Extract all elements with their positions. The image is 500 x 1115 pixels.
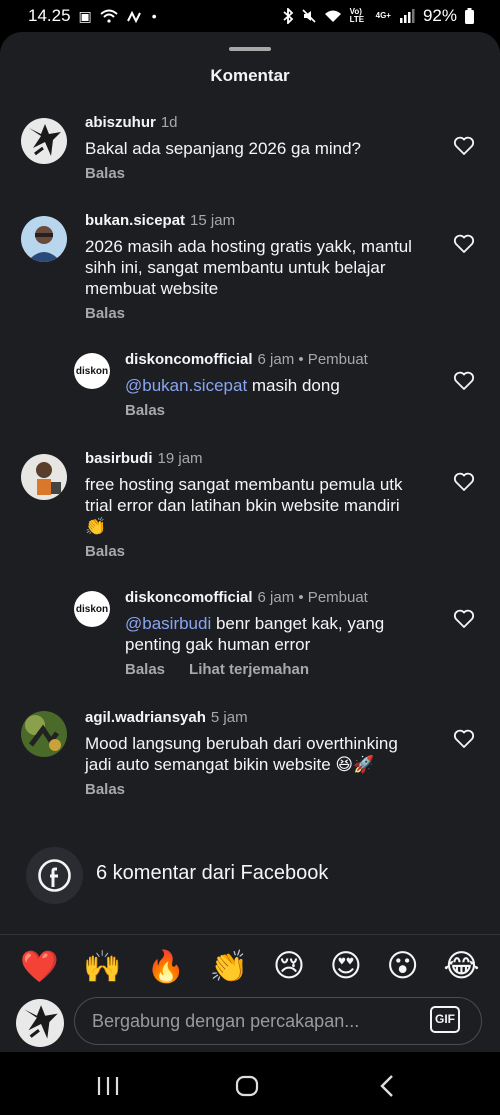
- home-icon[interactable]: [233, 1072, 261, 1100]
- heart-icon[interactable]: [452, 134, 476, 158]
- reply-button[interactable]: Balas: [85, 781, 125, 798]
- comment-time: 15 jam: [190, 212, 236, 229]
- my-avatar: [16, 999, 64, 1047]
- battery-icon: [465, 8, 474, 24]
- facebook-comments-label: 6 komentar dari Facebook: [96, 862, 329, 884]
- avatar[interactable]: [21, 216, 67, 262]
- comment-composer: Bergabung dengan percakapan... GIF: [0, 994, 500, 1052]
- comment-time: 6 jam: [257, 351, 295, 368]
- comments-sheet: Komentar abiszuhur 1d Bakal ada sepanjang…: [0, 32, 500, 1052]
- diskon-logo: diskon: [75, 603, 109, 615]
- status-time: 14.25: [28, 6, 71, 25]
- comment-text: free hosting sangat membantu pemula utk …: [85, 475, 403, 536]
- comment-time: 19 jam: [157, 450, 203, 467]
- mention-link[interactable]: @bukan.sicepat: [125, 376, 247, 395]
- comment-username[interactable]: diskoncomofficial: [125, 589, 253, 606]
- mention-link[interactable]: @basirbudi: [125, 614, 211, 633]
- mute-icon: [302, 9, 316, 23]
- sheet-drag-handle[interactable]: [229, 47, 271, 51]
- back-icon[interactable]: [374, 1072, 402, 1100]
- comment-username[interactable]: agil.wadriansyah: [85, 709, 206, 726]
- facebook-icon: [26, 847, 83, 904]
- system-nav-bar: [0, 1052, 500, 1115]
- comment-text: Mood langsung berubah dari overthinking …: [85, 734, 398, 774]
- reaction-heart[interactable]: ❤️: [20, 948, 59, 985]
- reaction-raised-hands[interactable]: 🙌: [83, 948, 122, 985]
- avatar[interactable]: diskon: [74, 591, 110, 627]
- comment-username[interactable]: bukan.sicepat: [85, 212, 185, 229]
- network-indicator: 4G+: [375, 11, 391, 20]
- reply-button[interactable]: Balas: [85, 305, 125, 322]
- facebook-comments-link[interactable]: 6 komentar dari Facebook: [0, 844, 500, 906]
- reaction-heart-eyes[interactable]: 😍: [330, 948, 362, 984]
- heart-icon[interactable]: [452, 232, 476, 256]
- comment-time: 6 jam: [257, 589, 295, 606]
- wifi-icon: [324, 10, 341, 22]
- comment-time: 5 jam: [210, 709, 248, 726]
- avatar[interactable]: [21, 118, 67, 164]
- notification-dot-icon: •: [151, 8, 157, 24]
- heart-icon[interactable]: [452, 607, 476, 631]
- volte-indicator: Vo) LTE: [349, 7, 365, 24]
- comment-username[interactable]: diskoncomofficial: [125, 351, 253, 368]
- comment-text: 2026 masih ada hosting gratis yakk, mant…: [85, 237, 412, 298]
- reaction-surprised[interactable]: 😮: [387, 948, 419, 984]
- gif-button[interactable]: GIF: [430, 1006, 460, 1033]
- comment-text: masih dong: [247, 376, 340, 395]
- signal-wave-icon: [126, 10, 141, 23]
- reply-button[interactable]: Balas: [85, 165, 125, 182]
- comment-input[interactable]: Bergabung dengan percakapan...: [74, 997, 482, 1045]
- sheet-title: Komentar: [210, 66, 290, 85]
- reply-button[interactable]: Balas: [125, 402, 165, 419]
- gallery-icon: ▣: [78, 7, 92, 24]
- comment-time: 1d: [160, 114, 178, 131]
- avatar[interactable]: [21, 711, 67, 757]
- signal-icon: [399, 9, 415, 23]
- recent-apps-icon[interactable]: [94, 1072, 122, 1100]
- heart-icon[interactable]: [452, 470, 476, 494]
- divider: [0, 934, 500, 935]
- comment-username[interactable]: abiszuhur: [85, 114, 156, 131]
- reaction-fire[interactable]: 🔥: [147, 948, 186, 985]
- reply-button[interactable]: Balas: [125, 661, 165, 678]
- reaction-laughing[interactable]: 😂: [443, 948, 479, 984]
- quick-reactions: ❤️ 🙌 🔥 👏 😢 😍 😮 😂: [0, 942, 500, 990]
- reaction-crying[interactable]: 😢: [273, 948, 305, 984]
- reaction-clap[interactable]: 👏: [210, 948, 249, 985]
- heart-icon[interactable]: [452, 727, 476, 751]
- diskon-logo: diskon: [75, 365, 109, 377]
- battery-percent: 92%: [422, 6, 457, 25]
- creator-badge: • Pembuat: [298, 589, 368, 606]
- avatar[interactable]: diskon: [74, 353, 110, 389]
- wifi-calling-icon: [100, 9, 118, 23]
- avatar[interactable]: [21, 454, 67, 500]
- comment-text: Bakal ada sepanjang 2026 ga mind?: [85, 139, 361, 158]
- reply-button[interactable]: Balas: [85, 543, 125, 560]
- creator-badge: • Pembuat: [298, 351, 368, 368]
- heart-icon[interactable]: [452, 369, 476, 393]
- comment-username[interactable]: basirbudi: [85, 450, 153, 467]
- status-bar: 14.25 ▣ • Vo) LTE 4G+ 92%: [0, 0, 500, 32]
- see-translation-button[interactable]: Lihat terjemahan: [189, 661, 309, 678]
- bluetooth-icon: [283, 8, 293, 24]
